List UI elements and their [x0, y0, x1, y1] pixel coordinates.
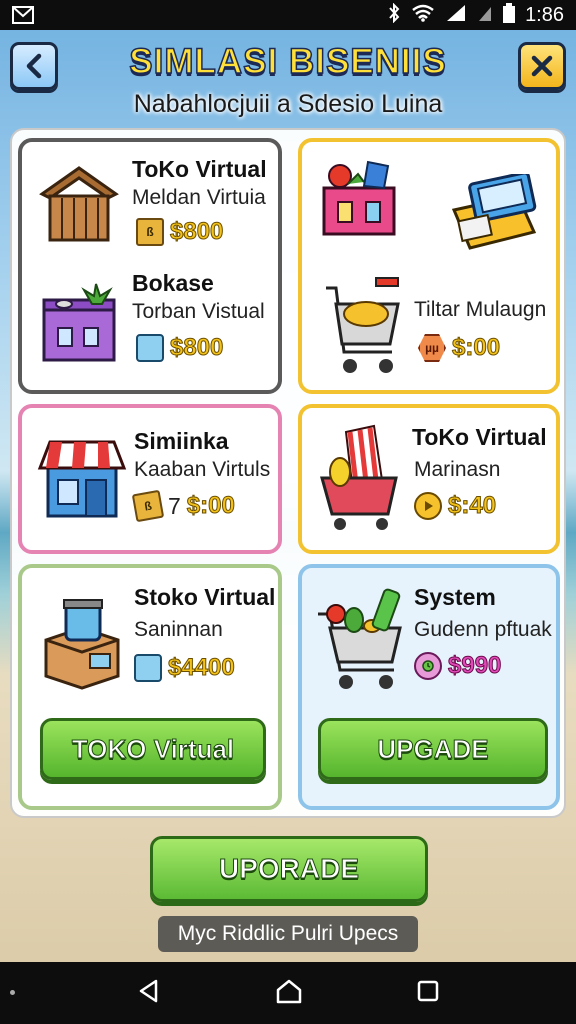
bluetooth-icon: [387, 2, 401, 28]
page-title: SIMLASI BISENIIS: [129, 41, 447, 82]
card-subtitle: Kaaban Virtuls: [134, 458, 271, 481]
shop-card-stoko[interactable]: Stoko Virtual Saninnan $4400 TOKO Virtua…: [18, 564, 282, 810]
upgade-button[interactable]: UPGADE: [318, 718, 548, 780]
price-label: $800: [169, 334, 224, 362]
price-row: $4400: [134, 654, 235, 682]
status-time: 1:86: [525, 3, 564, 26]
uporade-button[interactable]: UPORADE: [150, 836, 428, 902]
price-label: $4400: [168, 654, 236, 682]
card-title: System: [414, 584, 496, 610]
beach-cart-icon: [316, 422, 402, 539]
price-label: $:40: [447, 492, 497, 520]
price-label: $:00: [451, 334, 501, 362]
card-subtitle: Tiltar Mulaugn: [414, 298, 547, 321]
shop-card-toko-marinasn[interactable]: ToKo Virtual Marinasn $:40: [298, 404, 560, 554]
header: SIMLASI BISENIIS Nabahlocjuii a Sdesio L…: [0, 38, 576, 128]
back-button[interactable]: [10, 42, 58, 90]
shop-panel: ToKo Virtual Meldan Virtuia ß $800 Bokas…: [10, 128, 566, 818]
gift-box-icon: [318, 152, 400, 243]
recents-nav-icon[interactable]: [416, 979, 440, 1008]
price-prefix: 7: [168, 492, 181, 519]
shop-card-system[interactable]: System Gudenn pftuak $990 UPGADE: [298, 564, 560, 810]
close-icon: [531, 55, 553, 77]
nav-indicator-dot: [10, 990, 15, 995]
notification-icon: [12, 6, 34, 24]
crate-coin-icon: ß: [131, 489, 165, 523]
page-subtitle: Nabahlocjuii a Sdesio Luina: [133, 90, 443, 118]
wooden-shop-icon: [36, 160, 122, 251]
striped-awning-store-icon: [36, 430, 128, 527]
card-title: Stoko Virtual: [134, 584, 276, 610]
close-button[interactable]: [518, 42, 566, 90]
wifi-icon: [411, 4, 435, 27]
price-row: $:40: [414, 492, 497, 520]
gem-coin-icon: [136, 334, 164, 362]
shop-card-toko-bokase[interactable]: ToKo Virtual Meldan Virtuia ß $800 Bokas…: [18, 138, 282, 394]
data-signal-icon: [477, 4, 493, 27]
chevron-left-icon: [26, 53, 42, 79]
toko-virtual-button[interactable]: TOKO Virtual: [40, 718, 266, 780]
signal-icon: [445, 4, 467, 27]
price-row: ß 7 $:00: [131, 489, 235, 523]
price-label: $800: [169, 218, 224, 246]
navigation-bar: [0, 962, 576, 1024]
card-title: Bokase: [132, 270, 214, 296]
card-subtitle: Gudenn pftuak: [414, 618, 552, 641]
price-label: $990: [447, 652, 502, 680]
clock-coin-icon: [414, 652, 442, 680]
purple-store-icon: [36, 282, 122, 373]
crate-coin-icon: ß: [136, 218, 164, 246]
battery-icon: [503, 2, 516, 28]
price-label: $:00: [186, 492, 235, 520]
price-row: ß $800: [136, 218, 224, 246]
price-row: $800: [136, 334, 224, 362]
card-subtitle: Marinasn: [414, 458, 501, 481]
shopping-cart-icon: [316, 274, 404, 385]
footer-label: Myc Riddlic Pulri Upecs: [158, 916, 418, 952]
price-row: $990: [414, 652, 502, 680]
grocery-cart-icon: [314, 584, 406, 699]
card-title: ToKo Virtual: [412, 424, 547, 450]
hex-coin-icon: µµ: [418, 334, 446, 362]
play-coin-icon: [414, 492, 442, 520]
home-nav-icon[interactable]: [275, 978, 303, 1009]
shop-card-simiinka[interactable]: Simiinka Kaaban Virtuls ß 7 $:00: [18, 404, 282, 554]
card-subtitle: Meldan Virtuia: [132, 186, 266, 209]
card-subtitle: Saninnan: [134, 618, 223, 641]
price-row: µµ $:00: [418, 334, 501, 362]
card-title: ToKo Virtual: [132, 156, 267, 182]
back-nav-icon[interactable]: [136, 978, 162, 1009]
gem-coin-icon: [134, 654, 162, 682]
shop-card-tiltar[interactable]: Tiltar Mulaugn µµ $:00: [298, 138, 560, 394]
cash-register-icon: [448, 171, 540, 259]
status-bar: 1:86: [0, 0, 576, 30]
card-title: Simiinka: [134, 428, 229, 454]
card-subtitle: Torban Vistual: [132, 300, 265, 323]
box-jar-icon: [40, 596, 124, 697]
